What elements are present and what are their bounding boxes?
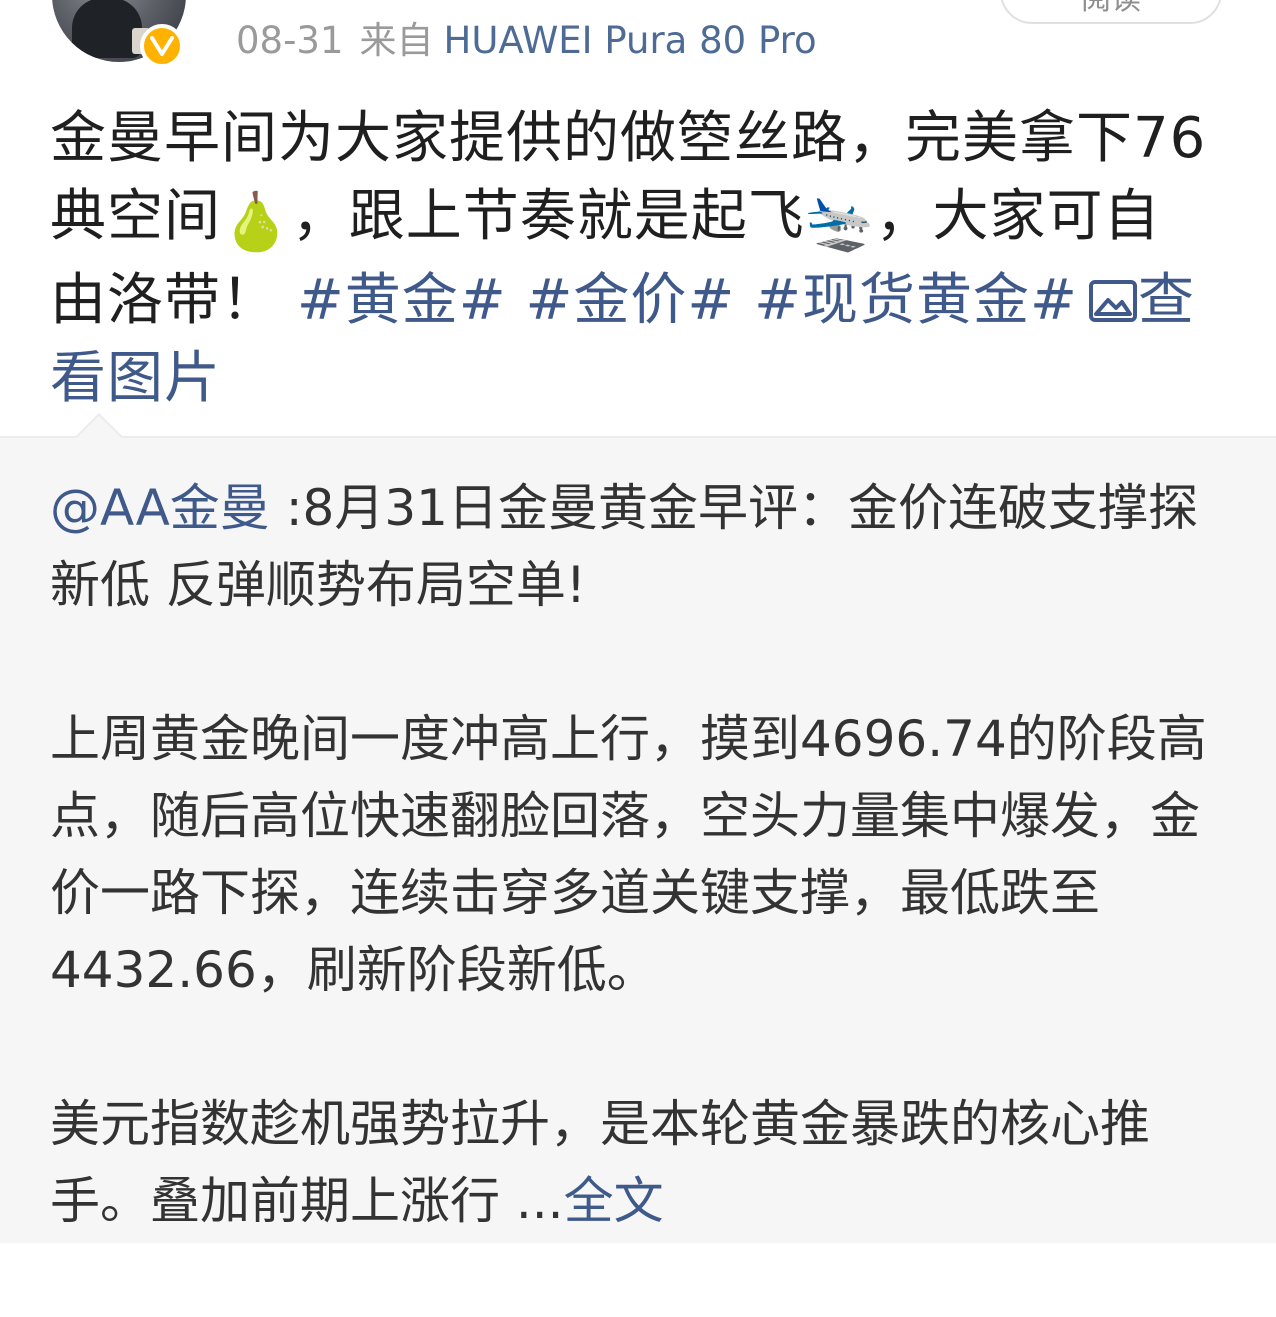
mention-link[interactable]: @AA金曼 bbox=[50, 479, 270, 537]
post-text-part: ，跟上节奏就是起飞 bbox=[291, 184, 805, 249]
check-icon bbox=[150, 36, 174, 56]
full-text-link[interactable]: 全文 bbox=[564, 1172, 664, 1230]
image-icon bbox=[1088, 280, 1137, 322]
post-header: 08-31 来自HUAWEI Pura 80 Pro 阅读 bbox=[0, 0, 1276, 80]
post-meta: 08-31 来自 HUAWEI Pura 80 Pro bbox=[236, 18, 817, 64]
repost-body: @AA金曼 :8月31日金曼黄金早评：金价连破支撑探新低 反弹顺势布局空单! 上… bbox=[50, 470, 1225, 1317]
verified-badge-icon bbox=[140, 24, 184, 68]
source-device[interactable]: HUAWEI Pura 80 Pro bbox=[444, 19, 817, 62]
airplane-emoji-icon: 🛬 bbox=[804, 190, 876, 255]
source-from-label: 来自 bbox=[359, 19, 434, 62]
repost-paragraph: 美元指数趁机强势拉升，是本轮黄金暴跌的核心推手。叠加前期上涨行 ...全文 bbox=[50, 1086, 1225, 1240]
post-date: 08-31 bbox=[236, 19, 344, 62]
pear-emoji-icon: 🍐 bbox=[221, 190, 292, 255]
read-button[interactable]: 阅读 bbox=[1000, 0, 1222, 24]
topic-link-spot-gold[interactable]: #现货黄金# bbox=[754, 268, 1078, 333]
repost-headline-paragraph: @AA金曼 :8月31日金曼黄金早评：金价连破支撑探新低 反弹顺势布局空单! bbox=[50, 470, 1225, 624]
topic-link-gold-price[interactable]: #金价# bbox=[525, 268, 735, 333]
repost-paragraph: 上周黄金晚间一度冲高上行，摸到4696.74的阶段高点，随后高位快速翻脸回落，空… bbox=[50, 710, 1207, 999]
post-body: 金曼早间为大家提供的做箜丝路，完美拿下76典空间🍐，跟上节奏就是起飞🛬，大家可自… bbox=[50, 100, 1210, 418]
topic-link-gold[interactable]: #黄金# bbox=[297, 268, 507, 333]
